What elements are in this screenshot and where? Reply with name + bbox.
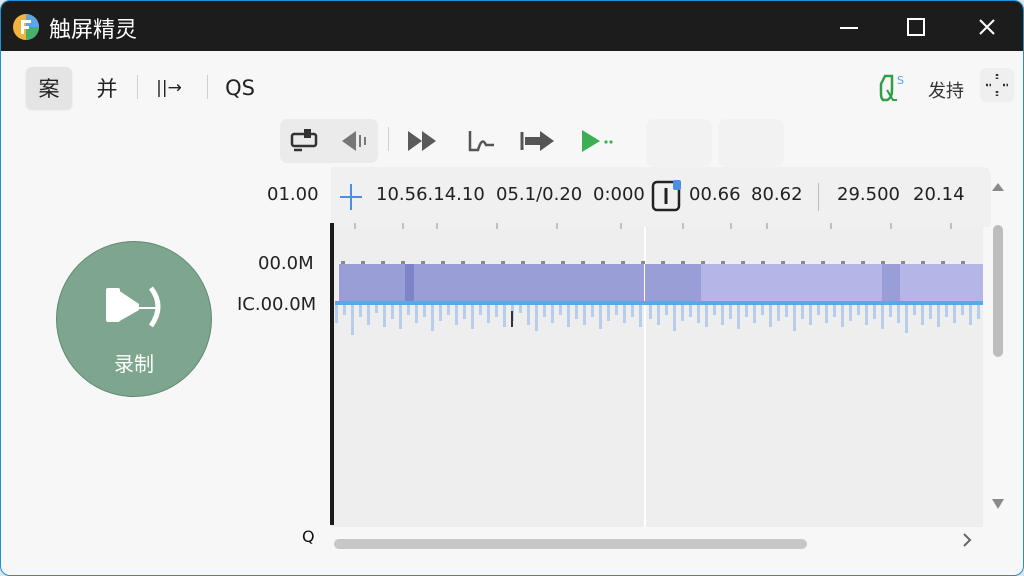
release-label[interactable]: 发持: [928, 77, 964, 103]
window-title: 触屏精灵: [49, 18, 138, 43]
app-window: 触屏精灵 案 并 ||→ QS S 发持 录制 01.00 00.0M IC.0…: [0, 0, 1024, 576]
tab-qs[interactable]: QS: [215, 67, 265, 109]
horizontal-scrollbar[interactable]: [334, 539, 807, 549]
title-bar: 触屏精灵: [1, 1, 1023, 51]
empty-slot-button[interactable]: [646, 119, 712, 167]
toolbar-divider: [137, 75, 138, 99]
play-icon: [582, 130, 613, 152]
scale-mid-label: 00.0M: [258, 253, 314, 274]
step-curve-button[interactable]: [461, 123, 503, 159]
crosshair-icon[interactable]: [338, 182, 364, 212]
record-label: 录制: [114, 352, 154, 376]
fast-forward-icon: [408, 131, 436, 151]
svg-text:S: S: [897, 74, 904, 87]
scale-top-label: 01.00: [267, 184, 319, 205]
close-icon: [979, 19, 995, 35]
maximize-icon: [907, 18, 925, 36]
minimize-icon: [840, 27, 858, 29]
minimize-button[interactable]: [823, 9, 875, 45]
ruler-time-2: 05.1/0.20: [496, 184, 583, 205]
empty-slot-button[interactable]: [718, 119, 784, 167]
tab-step-label: ||→: [156, 78, 182, 98]
main-toolbar: 案 并 ||→ QS S: [1, 51, 1023, 117]
tab-merge-label: 并: [96, 77, 118, 101]
ruler-time-3: 0:000: [593, 184, 645, 205]
scale-bottom-label: IC.00.0M: [237, 294, 317, 315]
record-button[interactable]: 录制: [56, 241, 212, 397]
tab-step[interactable]: ||→: [146, 67, 192, 109]
ruler-time-1: 10.56.14.10: [376, 184, 485, 205]
maximize-button[interactable]: [890, 9, 942, 45]
rewind-button[interactable]: [333, 123, 375, 159]
skip-forward-icon: [520, 131, 554, 151]
zoom-label[interactable]: Q: [302, 527, 315, 546]
fast-forward-button[interactable]: [401, 123, 443, 159]
ruler-time-7: 20.14: [913, 184, 965, 205]
app-logo-icon: [13, 14, 39, 40]
screen-mode-button[interactable]: [284, 123, 326, 159]
rewind-icon: [342, 131, 366, 151]
step-curve-icon: [468, 131, 494, 152]
close-button[interactable]: [961, 9, 1013, 45]
chevron-right-icon[interactable]: [961, 531, 973, 549]
play-button[interactable]: [576, 123, 618, 159]
waveform-track[interactable]: [331, 223, 983, 343]
microphone-plug-icon: [106, 286, 161, 328]
toolbar-divider: [207, 75, 208, 99]
settings-dots-icon[interactable]: [979, 67, 1015, 103]
ruler-time-5: 80.62: [751, 184, 803, 205]
controls-divider: [388, 127, 389, 151]
vertical-scrollbar[interactable]: [991, 181, 1005, 521]
vertical-scrollbar-graphic: [992, 183, 1004, 509]
monitor-icon: [290, 129, 318, 152]
tab-merge[interactable]: 并: [87, 67, 127, 109]
skip-forward-button[interactable]: [517, 123, 559, 159]
tab-case-label: 案: [38, 77, 60, 101]
tab-qs-label: QS: [225, 76, 255, 100]
ruler-divider: [818, 183, 819, 211]
marker-icon[interactable]: [651, 179, 685, 213]
tab-case[interactable]: 案: [26, 67, 72, 109]
ruler-time-6: 29.500: [837, 184, 900, 205]
touch-pen-icon[interactable]: S: [875, 70, 909, 104]
ruler-time-4: 00.66: [689, 184, 741, 205]
